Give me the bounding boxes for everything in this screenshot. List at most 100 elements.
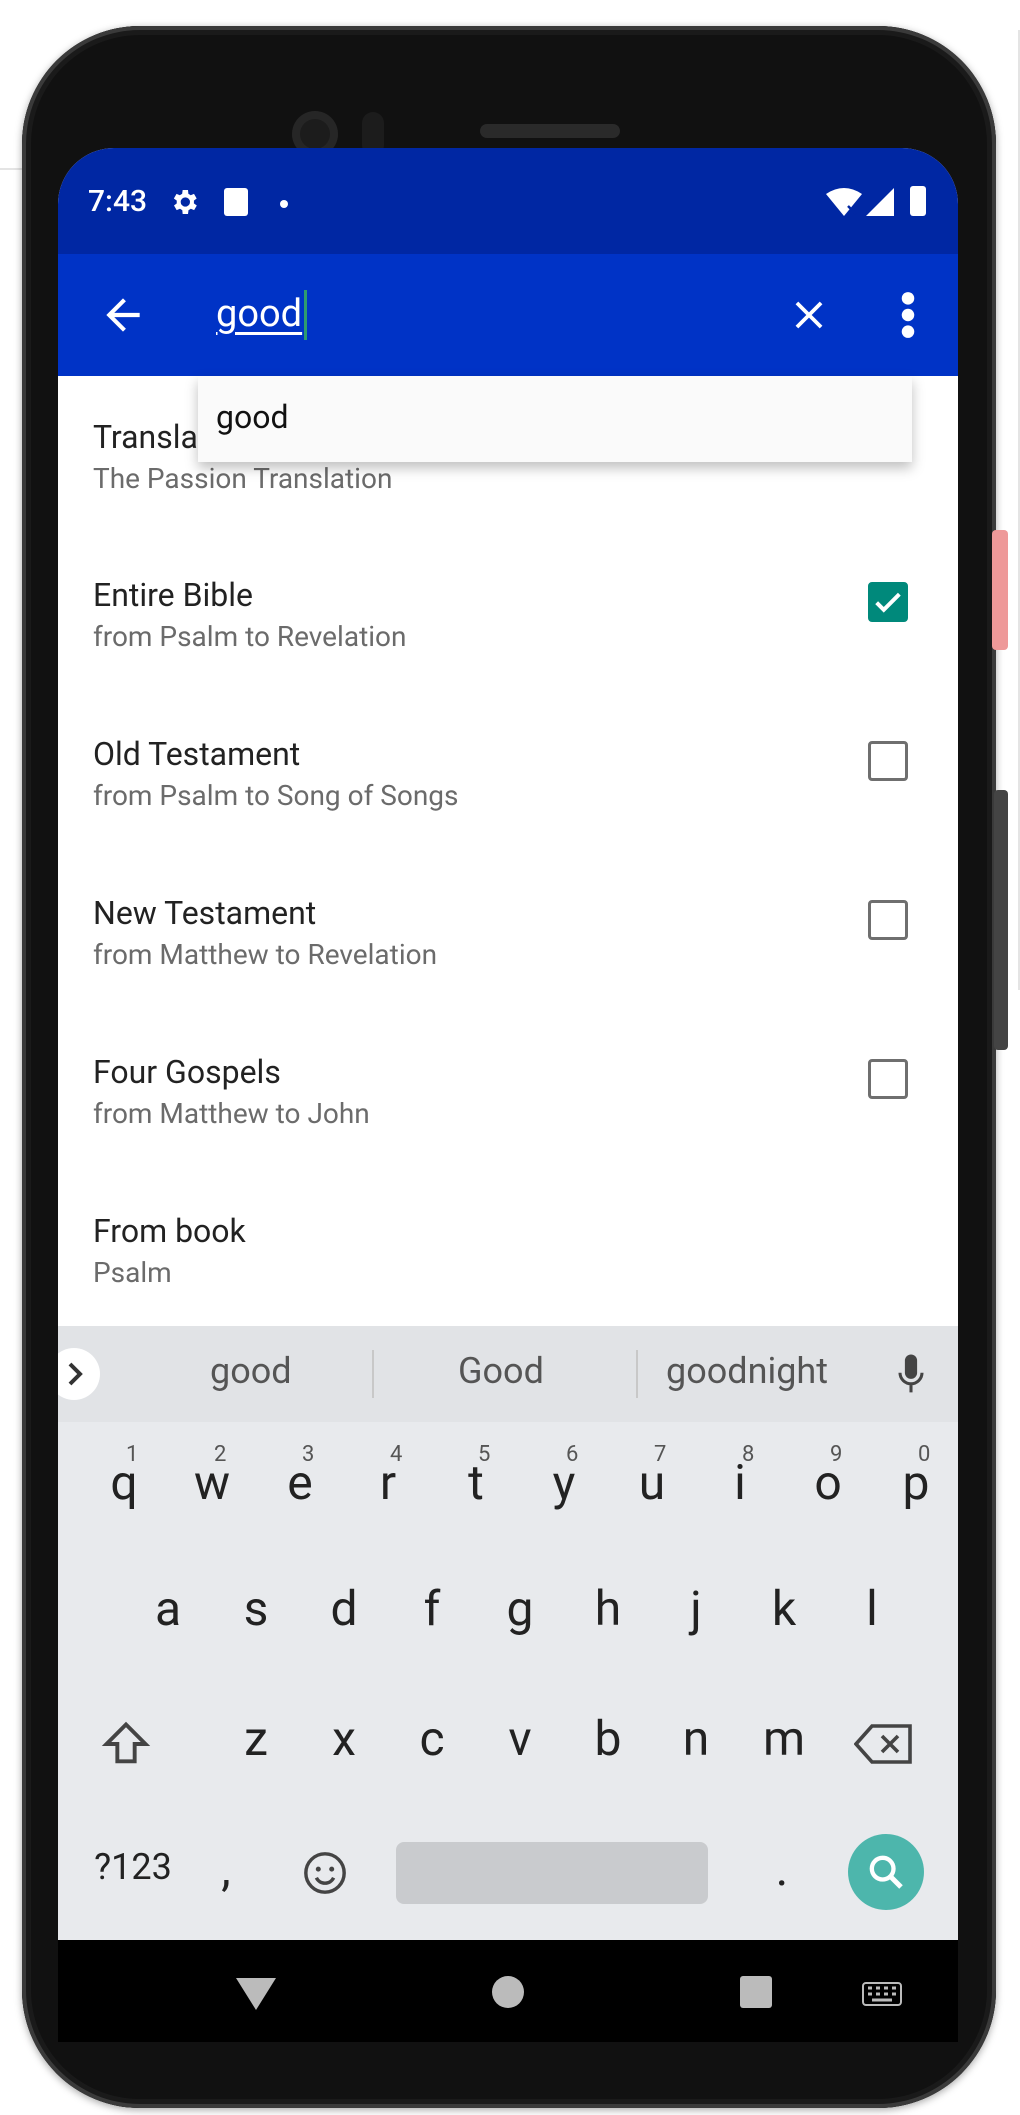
home-circle-icon[interactable]: [492, 1976, 524, 2008]
key-period[interactable]: .: [752, 1840, 812, 1897]
key-comma[interactable]: ,: [196, 1840, 256, 1897]
wifi-icon: [826, 188, 862, 216]
key-hint: 3: [302, 1442, 315, 1467]
key-u[interactable]: u: [612, 1454, 692, 1511]
checkbox[interactable]: [868, 741, 908, 781]
backspace-icon[interactable]: [854, 1722, 914, 1766]
key-i[interactable]: i: [700, 1454, 780, 1511]
keyboard-suggestion[interactable]: Good: [458, 1350, 544, 1392]
notification-dot-icon: [280, 200, 288, 208]
key-l[interactable]: l: [832, 1580, 912, 1637]
divider: [372, 1350, 374, 1398]
autocomplete-suggestion-text: good: [216, 398, 289, 436]
checkbox[interactable]: [868, 1059, 908, 1099]
key-q[interactable]: q: [84, 1454, 164, 1511]
key-t[interactable]: t: [436, 1454, 516, 1511]
search-action-button[interactable]: [848, 1834, 924, 1910]
divider: [636, 1350, 638, 1398]
key-a[interactable]: a: [128, 1580, 208, 1637]
search-input[interactable]: [216, 286, 776, 342]
sd-card-icon: [224, 188, 248, 216]
list-item-new-testament[interactable]: New Testament from Matthew to Revelation: [58, 894, 958, 1044]
key-hint: 7: [654, 1442, 667, 1467]
list-item-subtitle: from Matthew to John: [93, 1097, 370, 1130]
checkmark-icon: [875, 592, 901, 613]
list-item-subtitle: Psalm: [93, 1256, 172, 1289]
chevron-right-icon: [68, 1362, 83, 1386]
list-item-title: Old Testament: [93, 735, 301, 773]
key-f[interactable]: f: [392, 1580, 472, 1637]
list-item-subtitle: from Psalm to Song of Songs: [93, 779, 459, 812]
recents-square-icon[interactable]: [740, 1976, 772, 2008]
status-bar: 7:43: [58, 148, 958, 254]
key-hint: 5: [478, 1442, 491, 1467]
keyboard-switch-icon[interactable]: [862, 1982, 902, 2006]
clear-icon[interactable]: [786, 292, 832, 338]
key-b[interactable]: b: [568, 1710, 648, 1767]
key-s[interactable]: s: [216, 1580, 296, 1637]
keyboard-suggestion[interactable]: good: [210, 1350, 292, 1392]
key-hint: 2: [214, 1442, 227, 1467]
cellular-signal-icon: [866, 188, 894, 216]
key-j[interactable]: j: [656, 1580, 736, 1637]
power-button: [992, 530, 1008, 650]
key-v[interactable]: v: [480, 1710, 560, 1767]
key-hint: 8: [742, 1442, 755, 1467]
keyboard-suggestion[interactable]: goodnight: [666, 1350, 828, 1392]
microphone-icon[interactable]: [896, 1352, 926, 1396]
list-item-subtitle: from Psalm to Revelation: [93, 620, 407, 653]
key-g[interactable]: g: [480, 1580, 560, 1637]
list-item-four-gospels[interactable]: Four Gospels from Matthew to John: [58, 1053, 958, 1203]
back-triangle-icon[interactable]: [236, 1978, 276, 2010]
search-app-bar: [58, 254, 958, 376]
list-item-title: Entire Bible: [93, 576, 253, 614]
checkbox[interactable]: [868, 900, 908, 940]
key-x[interactable]: x: [304, 1710, 384, 1767]
battery-icon: [910, 186, 926, 216]
screen: 7:43 good Translation: [58, 148, 958, 2042]
key-m[interactable]: m: [744, 1710, 824, 1767]
shift-icon[interactable]: [100, 1718, 152, 1770]
key-n[interactable]: n: [656, 1710, 736, 1767]
key-w[interactable]: w: [172, 1454, 252, 1511]
list-item-subtitle: The Passion Translation: [93, 462, 393, 495]
soft-keyboard: good Good goodnight q w e r t y u i o p …: [58, 1326, 958, 1940]
list-item-title: Four Gospels: [93, 1053, 281, 1091]
list-item-title: From book: [93, 1212, 246, 1250]
autocomplete-suggestion[interactable]: good: [198, 376, 912, 462]
key-y[interactable]: y: [524, 1454, 604, 1511]
expand-toolbar-button[interactable]: [58, 1348, 100, 1400]
key-e[interactable]: e: [260, 1454, 340, 1511]
volume-button: [994, 790, 1008, 1050]
key-d[interactable]: d: [304, 1580, 384, 1637]
status-time: 7:43: [88, 184, 148, 219]
key-h[interactable]: h: [568, 1580, 648, 1637]
key-hint: 9: [830, 1442, 843, 1467]
earpiece-speaker: [480, 124, 620, 138]
checkbox-checked[interactable]: [868, 582, 908, 622]
key-hint: 1: [126, 1442, 139, 1467]
key-c[interactable]: c: [392, 1710, 472, 1767]
key-r[interactable]: r: [348, 1454, 428, 1511]
suggestion-strip: good Good goodnight: [58, 1326, 958, 1422]
key-o[interactable]: o: [788, 1454, 868, 1511]
search-icon: [869, 1855, 903, 1889]
key-p[interactable]: p: [876, 1454, 956, 1511]
list-item-title: New Testament: [93, 894, 317, 932]
key-z[interactable]: z: [216, 1710, 296, 1767]
list-item-entire-bible[interactable]: Entire Bible from Psalm to Revelation: [58, 576, 958, 726]
settings-icon: [173, 190, 197, 214]
key-hint: 4: [390, 1442, 403, 1467]
key-hint: 6: [566, 1442, 579, 1467]
list-item-old-testament[interactable]: Old Testament from Psalm to Song of Song…: [58, 735, 958, 885]
text-cursor: [304, 290, 307, 340]
navigation-bar: [58, 1940, 958, 2042]
list-item-subtitle: from Matthew to Revelation: [93, 938, 438, 971]
space-bar[interactable]: [396, 1842, 708, 1904]
symbols-key[interactable]: ?123: [78, 1846, 188, 1888]
more-options-icon[interactable]: [898, 290, 918, 340]
key-k[interactable]: k: [744, 1580, 824, 1637]
emoji-icon[interactable]: [302, 1850, 348, 1896]
key-hint: 0: [918, 1442, 931, 1467]
back-arrow-icon[interactable]: [98, 290, 148, 340]
